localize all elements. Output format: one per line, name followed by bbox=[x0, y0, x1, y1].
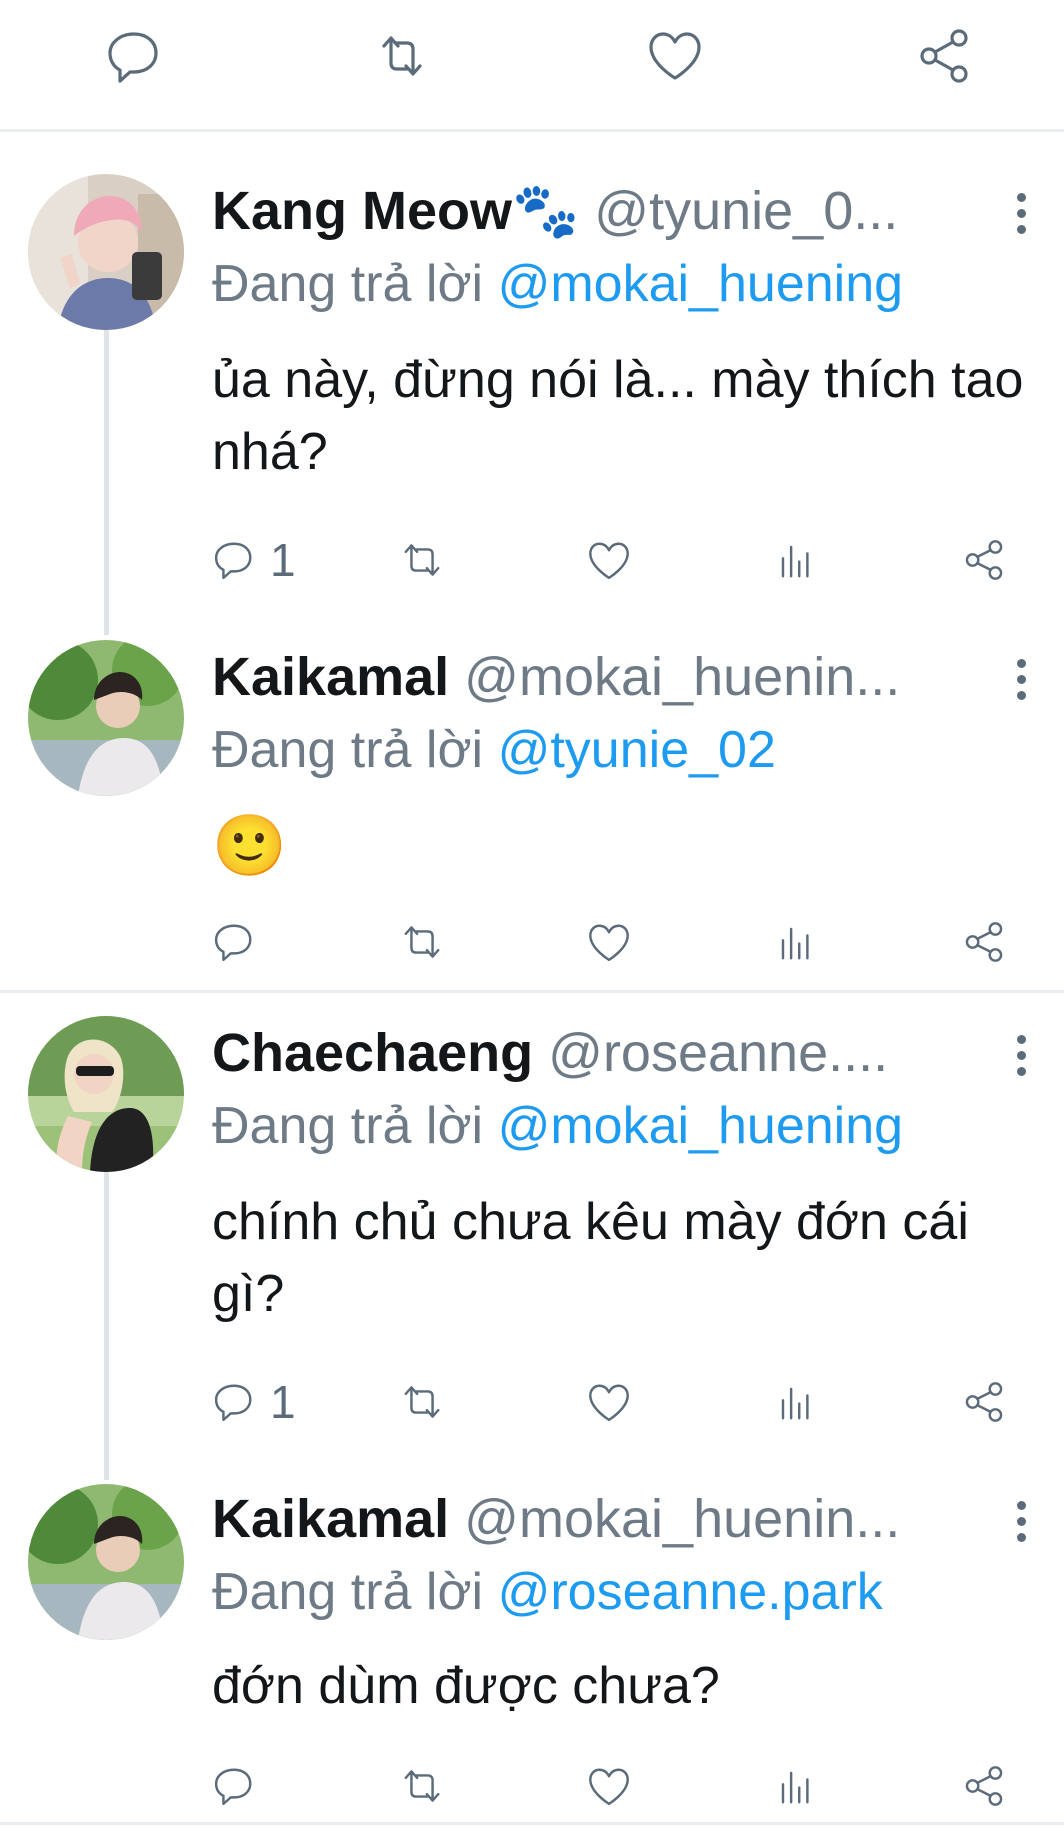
tweet-action-bar bbox=[0, 1758, 1064, 1814]
replying-to-prefix: Đang trả lời bbox=[212, 1097, 484, 1155]
replying-to-line: Đang trả lời @mokai_huening bbox=[212, 1094, 903, 1158]
display-name[interactable]: Kang Meow🐾 bbox=[212, 181, 579, 241]
share-icon[interactable] bbox=[913, 24, 977, 88]
display-name[interactable]: Kaikamal bbox=[212, 647, 449, 707]
mention-link[interactable]: @tyunie_02 bbox=[498, 721, 776, 779]
username-handle[interactable]: @tyunie_0... bbox=[594, 181, 898, 241]
replying-to-prefix: Đang trả lời bbox=[212, 721, 484, 779]
reply-icon bbox=[214, 1384, 252, 1422]
tweet-header: Kaikamal @mokai_huenin... bbox=[212, 1486, 1012, 1552]
like-icon[interactable] bbox=[643, 24, 707, 88]
tweet-header: Kaikamal @mokai_huenin... bbox=[212, 644, 1012, 710]
analytics-icon[interactable] bbox=[770, 532, 822, 588]
tweet-text: ủa này, đừng nói là... mày thích tao nhá… bbox=[212, 351, 1024, 481]
more-options-icon[interactable] bbox=[1006, 654, 1036, 710]
analytics-icon[interactable] bbox=[770, 914, 822, 970]
tweet-header: Chaechaeng @roseanne.... bbox=[212, 1020, 1012, 1086]
divider bbox=[0, 1822, 1064, 1825]
thread-line bbox=[104, 330, 109, 635]
tweet-text: đớn dùm được chưa? bbox=[212, 1657, 720, 1715]
avatar[interactable] bbox=[28, 1484, 184, 1640]
reply-icon bbox=[214, 1768, 252, 1806]
reply-icon bbox=[214, 542, 252, 580]
share-icon[interactable] bbox=[958, 1374, 1010, 1430]
retweet-icon[interactable] bbox=[396, 1758, 448, 1814]
retweet-icon[interactable] bbox=[396, 914, 448, 970]
reply-icon bbox=[214, 924, 252, 962]
thread-line bbox=[104, 1172, 109, 1480]
reply-count: 1 bbox=[270, 1376, 296, 1428]
mention-link[interactable]: @roseanne.park bbox=[498, 1563, 883, 1621]
reply-button[interactable] bbox=[208, 914, 270, 970]
divider bbox=[0, 990, 1064, 993]
more-options-icon[interactable] bbox=[1006, 1030, 1036, 1086]
reply-button[interactable]: 1 bbox=[208, 1374, 296, 1430]
analytics-icon[interactable] bbox=[770, 1374, 822, 1430]
tweet-action-bar: 1 bbox=[0, 1374, 1064, 1430]
like-icon[interactable] bbox=[583, 1374, 635, 1430]
username-handle[interactable]: @mokai_huenin... bbox=[464, 1489, 900, 1549]
reply-icon[interactable] bbox=[102, 24, 166, 88]
reply-count: 1 bbox=[270, 534, 296, 586]
share-icon[interactable] bbox=[958, 914, 1010, 970]
more-options-icon[interactable] bbox=[1006, 188, 1036, 244]
tweet-header: Kang Meow🐾 @tyunie_0... bbox=[212, 178, 1012, 244]
replying-to-line: Đang trả lời @roseanne.park bbox=[212, 1560, 883, 1624]
username-handle[interactable]: @mokai_huenin... bbox=[464, 647, 900, 707]
avatar[interactable] bbox=[28, 174, 184, 330]
tweet-action-bar bbox=[0, 914, 1064, 970]
reply-button[interactable]: 1 bbox=[208, 532, 296, 588]
replying-to-prefix: Đang trả lời bbox=[212, 255, 484, 313]
replying-to-line: Đang trả lời @mokai_huening bbox=[212, 252, 903, 316]
retweet-icon[interactable] bbox=[396, 532, 448, 588]
main-tweet-action-bar bbox=[0, 0, 1064, 132]
retweet-icon[interactable] bbox=[396, 1374, 448, 1430]
replying-to-prefix: Đang trả lời bbox=[212, 1563, 484, 1621]
username-handle[interactable]: @roseanne.... bbox=[548, 1023, 888, 1083]
retweet-icon[interactable] bbox=[370, 24, 434, 88]
tweet-action-bar: 1 bbox=[0, 532, 1064, 588]
display-name[interactable]: Chaechaeng bbox=[212, 1023, 533, 1083]
mention-link[interactable]: @mokai_huening bbox=[498, 255, 904, 313]
avatar[interactable] bbox=[28, 1016, 184, 1172]
replying-to-line: Đang trả lời @tyunie_02 bbox=[212, 718, 776, 782]
like-icon[interactable] bbox=[583, 532, 635, 588]
tweet-text: chính chủ chưa kêu mày đớn cái gì? bbox=[212, 1193, 969, 1323]
display-name[interactable]: Kaikamal bbox=[212, 1489, 449, 1549]
share-icon[interactable] bbox=[958, 1758, 1010, 1814]
reply-button[interactable] bbox=[208, 1758, 270, 1814]
mention-link[interactable]: @mokai_huening bbox=[498, 1097, 904, 1155]
avatar[interactable] bbox=[28, 640, 184, 796]
share-icon[interactable] bbox=[958, 532, 1010, 588]
like-icon[interactable] bbox=[583, 1758, 635, 1814]
more-options-icon[interactable] bbox=[1006, 1496, 1036, 1552]
tweet-text: 🙂 bbox=[212, 812, 287, 879]
like-icon[interactable] bbox=[583, 914, 635, 970]
analytics-icon[interactable] bbox=[770, 1758, 822, 1814]
